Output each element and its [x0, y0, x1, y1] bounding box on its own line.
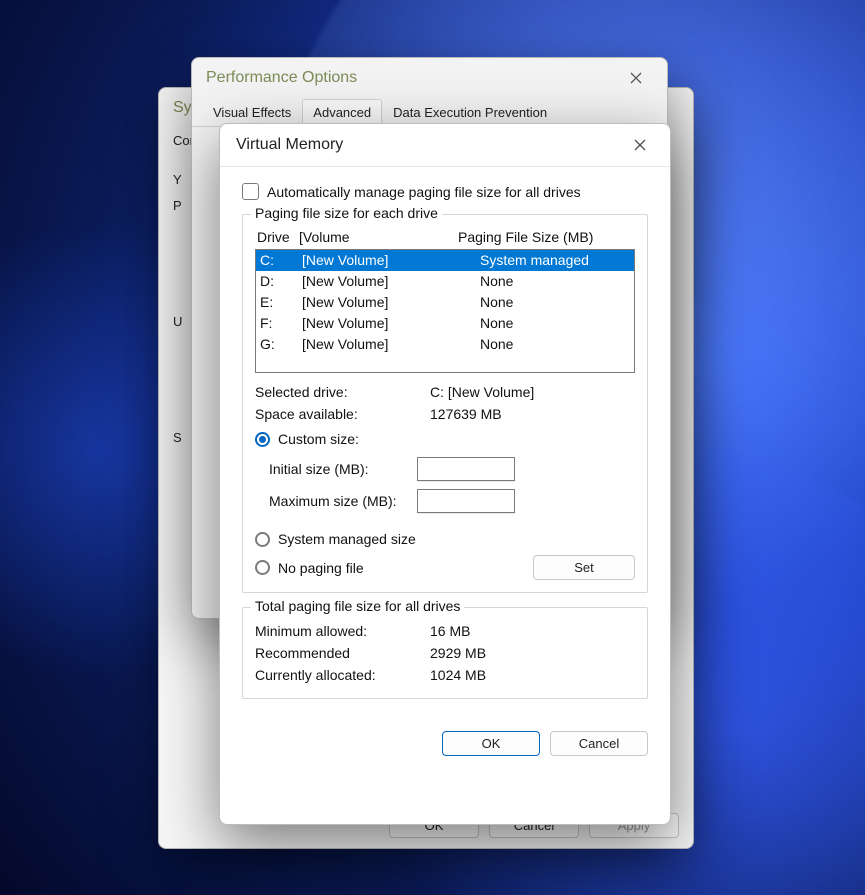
drive-row[interactable]: F: [New Volume] None	[256, 313, 634, 334]
system-managed-label: System managed size	[278, 531, 416, 547]
selected-drive-label: Selected drive:	[255, 384, 430, 400]
auto-manage-label: Automatically manage paging file size fo…	[267, 184, 581, 200]
close-icon[interactable]	[622, 131, 658, 159]
drive-volume: [New Volume]	[302, 314, 480, 333]
cancel-button[interactable]: Cancel	[550, 731, 648, 756]
space-available-value: 127639 MB	[430, 406, 502, 422]
drive-letter: D:	[260, 272, 302, 291]
drive-volume: [New Volume]	[302, 272, 480, 291]
space-available-label: Space available:	[255, 406, 430, 422]
drive-size: None	[480, 293, 630, 312]
no-paging-label: No paging file	[278, 560, 364, 576]
drive-size: None	[480, 272, 630, 291]
auto-manage-checkbox[interactable]	[242, 183, 259, 200]
header-size: Paging File Size (MB)	[458, 229, 633, 245]
custom-size-label: Custom size:	[278, 431, 359, 447]
group-legend: Total paging file size for all drives	[251, 598, 464, 614]
initial-size-input[interactable]	[417, 457, 515, 481]
ok-button[interactable]: OK	[442, 731, 540, 756]
drive-row[interactable]: E: [New Volume] None	[256, 292, 634, 313]
drive-row[interactable]: C: [New Volume] System managed	[256, 250, 634, 271]
performance-options-titlebar[interactable]: Performance Options	[192, 58, 667, 98]
drive-volume: [New Volume]	[302, 251, 480, 270]
drive-letter: G:	[260, 335, 302, 354]
drive-list-header: Drive [Volume Paging File Size (MB)	[255, 227, 635, 249]
min-allowed-label: Minimum allowed:	[255, 623, 430, 639]
recommended-value: 2929 MB	[430, 645, 486, 661]
drive-size: System managed	[480, 251, 630, 270]
maximum-size-label: Maximum size (MB):	[269, 493, 409, 509]
virtual-memory-dialog: Virtual Memory Automatically manage pagi…	[219, 123, 671, 825]
system-managed-radio[interactable]	[255, 532, 270, 547]
drive-volume: [New Volume]	[302, 293, 480, 312]
virtual-memory-title: Virtual Memory	[236, 136, 343, 154]
initial-size-label: Initial size (MB):	[269, 461, 409, 477]
no-paging-radio[interactable]	[255, 560, 270, 575]
close-icon[interactable]	[619, 66, 653, 90]
header-drive: Drive	[257, 229, 299, 245]
current-label: Currently allocated:	[255, 667, 430, 683]
total-paging-group: Total paging file size for all drives Mi…	[242, 607, 648, 699]
drive-list[interactable]: C: [New Volume] System managed D: [New V…	[255, 249, 635, 373]
min-allowed-value: 16 MB	[430, 623, 470, 639]
recommended-label: Recommended	[255, 645, 430, 661]
virtual-memory-titlebar[interactable]: Virtual Memory	[220, 124, 670, 167]
drive-letter: F:	[260, 314, 302, 333]
maximum-size-input[interactable]	[417, 489, 515, 513]
drive-letter: E:	[260, 293, 302, 312]
performance-options-title: Performance Options	[206, 69, 357, 87]
drive-size: None	[480, 314, 630, 333]
selected-drive-value: C: [New Volume]	[430, 384, 534, 400]
paging-per-drive-group: Paging file size for each drive Drive [V…	[242, 214, 648, 593]
group-legend: Paging file size for each drive	[251, 205, 442, 221]
current-value: 1024 MB	[430, 667, 486, 683]
drive-row[interactable]: D: [New Volume] None	[256, 271, 634, 292]
custom-size-radio[interactable]	[255, 432, 270, 447]
drive-row[interactable]: G: [New Volume] None	[256, 334, 634, 355]
desktop-background: Syste Com Y P U S OK Cancel Apply Perfor…	[0, 0, 865, 895]
header-volume: [Volume	[299, 229, 458, 245]
drive-volume: [New Volume]	[302, 335, 480, 354]
drive-size: None	[480, 335, 630, 354]
set-button[interactable]: Set	[533, 555, 635, 580]
drive-letter: C:	[260, 251, 302, 270]
